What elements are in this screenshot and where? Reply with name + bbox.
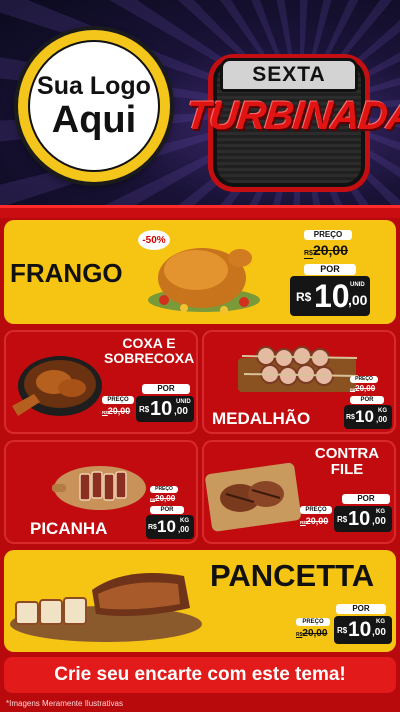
old-price: R$20,00 — [296, 628, 327, 639]
product-name-line2: SOBRECOXA — [104, 349, 195, 366]
logo-text-line2: Aqui — [51, 99, 137, 141]
price-cents: ,00 — [174, 406, 188, 417]
current-price: R$ 10 ,00 KG — [344, 405, 392, 429]
price-unit: UNID — [350, 282, 365, 288]
old-price: R$20,00 — [300, 516, 328, 526]
price-label-preco: PREÇO — [300, 506, 332, 514]
current-price: R$ 10 ,00 KG — [334, 506, 392, 532]
price-label-por: POR — [142, 384, 190, 394]
price-cents: ,00 — [372, 627, 386, 638]
price-label-preco: PREÇO — [150, 486, 178, 493]
price-label-preco: PREÇO — [350, 376, 378, 383]
price-tag: PREÇO R$20,00 POR R$ 10 ,00 KG — [344, 376, 394, 432]
logo-text-line1: Sua Logo — [37, 72, 151, 100]
product-name: FRANGO — [10, 258, 123, 288]
product-name: PANCETTA — [210, 558, 375, 593]
current-price: R$ 10 ,00 UNID — [290, 276, 370, 316]
product-name: PICANHA — [30, 519, 108, 538]
old-price: R$20,00 — [304, 242, 348, 258]
price-tag: PREÇO R$20,00 POR R$ 10 ,00 KG — [144, 486, 196, 542]
price-unit: KG — [376, 619, 385, 625]
old-price: R$20,00 — [350, 384, 375, 393]
discount-badge: -50% — [138, 230, 170, 250]
product-name-line1: CONTRA — [314, 445, 380, 462]
product-name-line1: COXA E — [122, 335, 176, 351]
currency: R$ — [337, 626, 348, 635]
price-label-por: POR — [304, 264, 356, 275]
old-price: R$20,00 — [150, 494, 175, 503]
badge-main-text: TURBINADA — [183, 94, 400, 138]
product-name: CONTRA FILE — [310, 446, 384, 478]
price-integer: 10 — [348, 618, 372, 641]
chicken-thigh-pot-image — [12, 356, 102, 416]
old-price: R$20,00 — [102, 406, 130, 416]
price-tag: PREÇO R$20,00 POR R$ 10 ,00 UNID — [290, 228, 388, 318]
product-card-coxa-sobrecoxa[interactable]: COXA E SOBRECOXA POR PREÇO R$20,00 R$ 10… — [4, 330, 198, 434]
price-tag: POR PREÇO R$20,00 R$ 10 ,00 KG — [298, 492, 394, 542]
old-price-value: 20,00 — [305, 516, 329, 526]
cta-banner[interactable]: Crie seu encarte com este tema! — [4, 657, 396, 693]
price-integer: 10 — [150, 398, 173, 420]
price-label-preco: PREÇO — [296, 618, 330, 626]
price-label-preco: PREÇO — [102, 396, 134, 404]
old-price-value: 20,00 — [155, 494, 176, 503]
product-card-picanha[interactable]: PICANHA PREÇO R$20,00 POR R$ 10 ,00 KG — [4, 440, 198, 544]
header-banner: Sua Logo Aqui SEXTA TURBINADA — [0, 0, 400, 208]
currency: R$ — [304, 250, 313, 257]
price-label-por: POR — [336, 604, 386, 614]
price-integer: 10 — [157, 517, 176, 536]
product-name: COXA E SOBRECOXA — [104, 336, 194, 365]
logo-badge[interactable]: Sua Logo Aqui — [18, 30, 170, 182]
picanha-board-image — [52, 466, 146, 510]
old-price-value: 20,00 — [312, 242, 348, 258]
currency: R$ — [346, 414, 355, 421]
current-price: R$ 10 ,00 KG — [146, 515, 194, 539]
price-unit: KG — [378, 408, 387, 414]
price-integer: 10 — [355, 407, 374, 426]
old-price-value: 20,00 — [355, 384, 376, 393]
price-tag: POR PREÇO R$20,00 R$ 10 ,00 KG — [294, 602, 394, 650]
price-cents: ,00 — [348, 292, 368, 308]
price-integer: 10 — [348, 508, 371, 530]
sexta-turbinada-badge: SEXTA TURBINADA — [183, 38, 400, 198]
price-unit: UNID — [176, 399, 191, 405]
product-card-medalhao[interactable]: MEDALHÃO PREÇO R$20,00 POR R$ 10 ,00 KG — [202, 330, 396, 434]
price-label-por: POR — [350, 396, 384, 404]
badge-top-text: SEXTA — [220, 58, 358, 92]
current-price: R$ 10 ,00 UNID — [136, 396, 194, 422]
header-divider — [0, 205, 400, 218]
price-label-por: POR — [342, 494, 390, 504]
price-cents: ,00 — [178, 525, 190, 534]
logo-inner: Sua Logo Aqui — [28, 40, 160, 172]
price-unit: KG — [376, 509, 385, 515]
currency: R$ — [139, 405, 150, 414]
product-card-contra-file[interactable]: CONTRA FILE POR PREÇO R$20,00 R$ 10 ,00 … — [202, 440, 396, 544]
steak-board-image — [205, 462, 301, 532]
currency: R$ — [296, 290, 312, 304]
flyer-page: Sua Logo Aqui SEXTA TURBINADA FRANGO PRE… — [0, 0, 400, 712]
product-name: MEDALHÃO — [212, 409, 311, 428]
product-card-pancetta[interactable]: PANCETTA POR PREÇO R$20,00 R$ 10 ,00 KG — [4, 550, 396, 652]
price-label-por: POR — [150, 506, 184, 514]
product-card-frango[interactable]: FRANGO PREÇO R$20,00 POR R$ 10 ,00 UNID — [4, 220, 396, 324]
price-cents: ,00 — [372, 516, 386, 527]
price-integer: 10 — [314, 278, 350, 314]
price-label-preco: PREÇO — [304, 230, 352, 240]
footnote: *Imagens Meramente Ilustrativas — [6, 699, 123, 708]
medallion-skewers-image — [238, 346, 359, 392]
currency: R$ — [337, 515, 348, 524]
price-tag: POR PREÇO R$20,00 R$ 10 ,00 UNID — [100, 382, 196, 432]
current-price: R$ 10 ,00 KG — [334, 616, 392, 644]
old-price-value: 20,00 — [107, 406, 131, 416]
currency: R$ — [148, 524, 157, 531]
price-cents: ,00 — [376, 415, 388, 424]
product-name-line2: FILE — [330, 460, 364, 478]
price-unit: KG — [180, 518, 189, 524]
old-price-value: 20,00 — [302, 628, 328, 639]
pancetta-board-image — [10, 573, 202, 642]
